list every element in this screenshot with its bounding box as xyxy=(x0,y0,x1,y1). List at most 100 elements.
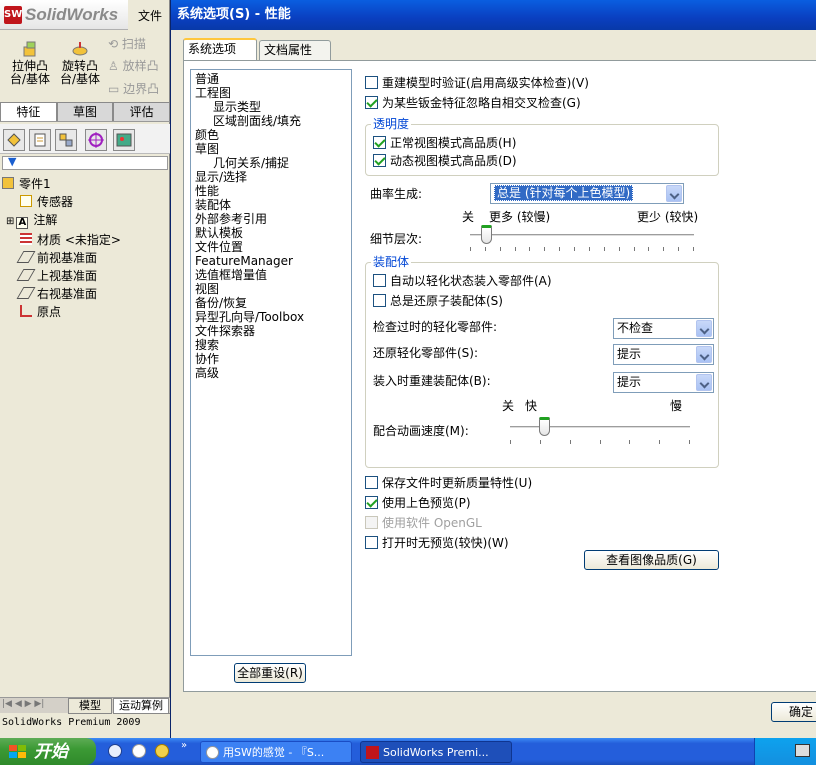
system-tray xyxy=(754,738,816,765)
checkbox-box xyxy=(373,294,386,307)
tree-item-top-plane[interactable]: 上视基准面 xyxy=(2,267,121,285)
extrude-label-line2: 台/基体 xyxy=(9,72,51,86)
mate-anim-slider-track[interactable] xyxy=(510,426,690,429)
check-outdated-select[interactable]: 不检查 xyxy=(613,318,714,339)
no-preview-checkbox[interactable]: 打开时无预览(较快)(W) xyxy=(365,536,509,550)
tree-item-label: 原点 xyxy=(37,305,62,319)
transparency-group xyxy=(365,124,719,176)
ignore-self-intersect-checkbox[interactable]: 为某些钣金特征忽略自相交叉检查(G) xyxy=(365,96,581,110)
quicklaunch-qq-icon[interactable] xyxy=(155,744,169,758)
extrude-boss-button[interactable]: 拉伸凸 台/基体 xyxy=(8,40,52,86)
lod-slider-ticks xyxy=(470,247,694,253)
auto-lightweight-checkbox[interactable]: 自动以轻化状态装入零部件(A) xyxy=(373,274,552,288)
ok-button[interactable]: 确定 xyxy=(771,702,816,722)
quicklaunch-more-icon[interactable]: » xyxy=(181,740,187,751)
property-manager-icon[interactable] xyxy=(29,129,51,151)
shaded-preview-checkbox[interactable]: 使用上色预览(P) xyxy=(365,496,471,510)
category-item[interactable]: 视图 xyxy=(195,282,347,296)
category-item[interactable]: 搜索 xyxy=(195,338,347,352)
part-name: 零件1 xyxy=(19,177,51,191)
chevron-down-icon xyxy=(666,185,682,202)
tab-motion-study[interactable]: 运动算例 xyxy=(113,698,169,714)
logo-mark: SW xyxy=(4,6,22,24)
boundary-button[interactable]: ▭ 边界凸 xyxy=(108,80,159,97)
tab-sketch[interactable]: 草图 xyxy=(56,102,114,121)
revolve-boss-button[interactable]: 旋转凸 台/基体 xyxy=(58,40,102,86)
category-item[interactable]: 颜色 xyxy=(195,128,347,142)
network-icon[interactable] xyxy=(795,744,810,757)
category-item[interactable]: 性能 xyxy=(195,184,347,198)
tree-item-origin[interactable]: 原点 xyxy=(2,303,121,321)
tab-evaluate[interactable]: 评估 xyxy=(113,102,171,121)
always-resolve-checkbox[interactable]: 总是还原子装配体(S) xyxy=(373,294,503,308)
manager-icon-row xyxy=(0,124,170,154)
category-item[interactable]: FeatureManager xyxy=(195,254,347,268)
category-item[interactable]: 高级 xyxy=(195,366,347,380)
reset-all-button[interactable]: 全部重设(R) xyxy=(234,663,306,683)
curvature-select[interactable]: 总是 (针对每个上色模型) xyxy=(490,183,684,204)
tree-item-right-plane[interactable]: 右视基准面 xyxy=(2,285,121,303)
tree-filter-field[interactable]: ▼ xyxy=(2,155,168,170)
lod-more-label: 更多 (较慢) xyxy=(489,210,551,224)
category-item[interactable]: 显示类型 xyxy=(195,100,347,114)
display-manager-icon[interactable] xyxy=(113,129,135,151)
transparency-title: 透明度 xyxy=(371,117,412,131)
tree-item-front-plane[interactable]: 前视基准面 xyxy=(2,249,121,267)
checkbox-box xyxy=(373,154,386,167)
part-icon xyxy=(2,177,14,189)
taskbar-item-browser[interactable]: 用SW的感觉 - 『S... xyxy=(200,741,352,763)
tree-root-part[interactable]: 零件1 xyxy=(2,175,121,193)
category-item[interactable]: 装配体 xyxy=(195,198,347,212)
lod-slider-track[interactable] xyxy=(470,234,694,237)
tree-item-annotations[interactable]: ⊞ A 注解 xyxy=(2,211,121,231)
resolve-lightweight-select[interactable]: 提示 xyxy=(613,344,714,365)
dialog-title: 系统选项(S) - 性能 xyxy=(171,0,816,30)
category-item[interactable]: 默认模板 xyxy=(195,226,347,240)
ignore-self-intersect-label: 为某些钣金特征忽略自相交叉检查(G) xyxy=(382,96,581,110)
category-item[interactable]: 工程图 xyxy=(195,86,347,100)
category-item[interactable]: 备份/恢复 xyxy=(195,296,347,310)
sweep-button[interactable]: ⟲ 扫描 xyxy=(108,35,146,52)
slider-tick xyxy=(470,247,471,251)
tab-model[interactable]: 模型 xyxy=(68,698,112,714)
update-mass-checkbox[interactable]: 保存文件时更新质量特性(U) xyxy=(365,476,532,490)
feature-tree: 零件1 传感器 ⊞ A 注解 材质 <未指定> 前视基准面 上视基准面 右视基准面 … xyxy=(2,175,121,321)
no-preview-label: 打开时无预览(较快)(W) xyxy=(382,536,509,550)
loft-button[interactable]: ♙ 放样凸 xyxy=(108,57,159,74)
dynamic-view-high-quality-checkbox[interactable]: 动态视图模式高品质(D) xyxy=(373,154,517,168)
category-item[interactable]: 几何关系/捕捉 xyxy=(195,156,347,170)
category-item[interactable]: 文件位置 xyxy=(195,240,347,254)
category-item[interactable]: 协作 xyxy=(195,352,347,366)
lod-less-label: 更少 (较快) xyxy=(637,210,699,224)
quicklaunch-browser-icon[interactable] xyxy=(108,744,122,758)
check-outdated-value: 不检查 xyxy=(617,321,654,335)
feature-manager-icon[interactable] xyxy=(3,129,25,151)
mate-anim-slider-thumb[interactable] xyxy=(539,417,550,436)
tab-features[interactable]: 特征 xyxy=(0,102,57,121)
category-item[interactable]: 普通 xyxy=(195,72,347,86)
category-item[interactable]: 显示/选择 xyxy=(195,170,347,184)
quicklaunch-messenger-icon[interactable] xyxy=(132,744,146,758)
category-item[interactable]: 区域剖面线/填充 xyxy=(195,114,347,128)
configuration-manager-icon[interactable] xyxy=(55,129,77,151)
rebuild-on-load-select[interactable]: 提示 xyxy=(613,372,714,393)
category-item[interactable]: 选值框增量值 xyxy=(195,268,347,282)
category-item[interactable]: 异型孔向导/Toolbox xyxy=(195,310,347,324)
tab-scroll-arrows-icon[interactable]: |◀ ◀ ▶ ▶| xyxy=(2,699,44,709)
normal-view-high-quality-checkbox[interactable]: 正常视图模式高品质(H) xyxy=(373,136,516,150)
taskbar-item-solidworks[interactable]: SolidWorks Premi... xyxy=(360,741,512,763)
category-list[interactable]: 普通 工程图 显示类型 区域剖面线/填充 颜色 草图 几何关系/捕捉 显示/选择 性能 装配体 外部… xyxy=(190,69,352,656)
file-menu[interactable]: 文件 xyxy=(138,7,162,24)
dimxpert-manager-icon[interactable] xyxy=(85,129,107,151)
view-image-quality-button[interactable]: 查看图像品质(G) xyxy=(584,550,719,570)
tree-item-material[interactable]: 材质 <未指定> xyxy=(2,231,121,249)
tab-document-properties[interactable]: 文档属性(D) xyxy=(259,40,331,75)
category-item[interactable]: 外部参考引用 xyxy=(195,212,347,226)
category-item[interactable]: 文件探索器 xyxy=(195,324,347,338)
rebuild-verify-checkbox[interactable]: 重建模型时验证(启用高级实体检查)(V) xyxy=(365,76,589,90)
lod-label: 细节层次: xyxy=(370,232,423,246)
tree-item-sensors[interactable]: 传感器 xyxy=(2,193,121,211)
category-item[interactable]: 草图 xyxy=(195,142,347,156)
tab-system-options[interactable]: 系统选项(S) xyxy=(183,38,257,74)
lod-slider-thumb[interactable] xyxy=(481,225,492,244)
